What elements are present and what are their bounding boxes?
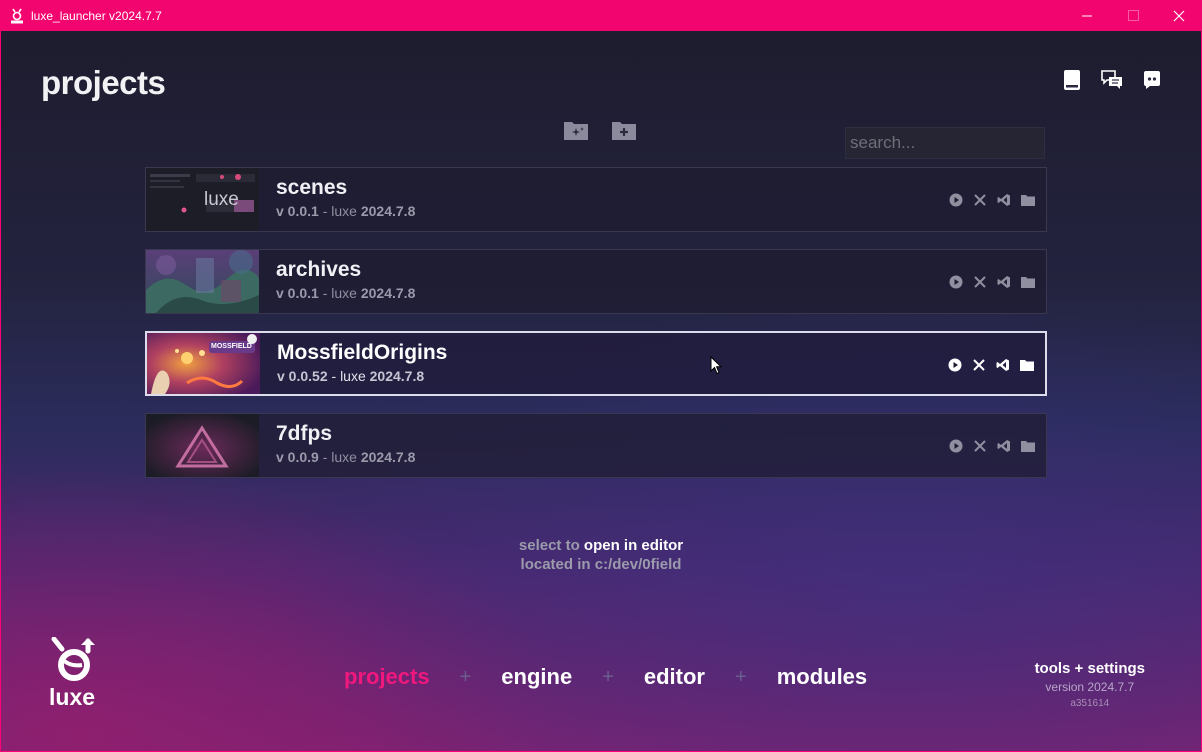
project-version: v 0.0.9 <box>276 449 319 465</box>
maximize-button[interactable] <box>1110 0 1156 31</box>
project-meta: v 0.0.1 - luxe 2024.7.8 <box>276 203 415 219</box>
nav-modules[interactable]: modules <box>777 664 867 690</box>
title-bar: luxe_launcher v2024.7.7 <box>0 0 1202 31</box>
selection-hint: select to open in editor located in c:/d… <box>1 536 1201 574</box>
folder-icon[interactable] <box>1020 192 1036 208</box>
thumbnail-logo-text: luxe <box>204 189 239 210</box>
project-meta: v 0.0.52 - luxe 2024.7.8 <box>277 368 424 384</box>
engine-version: 2024.7.8 <box>360 449 416 465</box>
engine-version: 2024.7.8 <box>360 203 416 219</box>
add-project-folder-icon[interactable] <box>611 118 637 142</box>
project-row-archives[interactable]: archives v 0.0.1 - luxe 2024.7.8 <box>145 249 1047 314</box>
meta-separator: - <box>322 449 332 465</box>
meta-separator: - <box>322 285 332 301</box>
play-icon[interactable] <box>948 438 964 454</box>
meta-separator: - <box>331 368 341 384</box>
project-thumbnail: luxe <box>146 168 259 231</box>
docs-book-icon[interactable] <box>1061 69 1083 91</box>
nav-editor[interactable]: editor <box>644 664 705 690</box>
remove-icon[interactable] <box>972 438 988 454</box>
logo-text: luxe <box>49 684 96 710</box>
project-row-scenes[interactable]: luxe scenes v 0.0.1 - luxe 2024.7.8 <box>145 167 1047 232</box>
folder-icon[interactable] <box>1020 438 1036 454</box>
vscode-icon[interactable] <box>996 192 1012 208</box>
project-thumbnail <box>146 414 259 477</box>
luxe-app-icon <box>9 8 25 24</box>
forum-chat-icon[interactable] <box>1101 69 1123 91</box>
project-version: v 0.0.1 <box>276 285 319 301</box>
project-name: 7dfps <box>276 422 333 445</box>
search-input[interactable] <box>845 127 1045 159</box>
nav-separator: + <box>602 665 614 688</box>
hint-open-action: open in editor <box>583 537 684 554</box>
engine-label: luxe <box>331 203 357 219</box>
launcher-window: projects search... luxe scenes v 0.0.1 -… <box>1 31 1201 751</box>
project-meta: v 0.0.9 - luxe 2024.7.8 <box>276 449 415 465</box>
play-icon[interactable] <box>948 192 964 208</box>
folder-icon[interactable] <box>1020 274 1036 290</box>
project-thumbnail: MOSSFIELD <box>147 333 260 394</box>
engine-label: luxe <box>331 449 357 465</box>
folder-icon[interactable] <box>1019 357 1035 373</box>
project-row-mossfieldorigins[interactable]: MOSSFIELD MossfieldOrigins v 0.0.52 - lu… <box>145 331 1047 396</box>
nav-separator: + <box>459 665 472 688</box>
vscode-icon[interactable] <box>996 274 1012 290</box>
launcher-version: version 2024.7.7 <box>1045 680 1135 694</box>
remove-icon[interactable] <box>971 357 987 373</box>
play-icon[interactable] <box>947 357 963 373</box>
engine-version: 2024.7.8 <box>369 368 425 384</box>
discord-icon[interactable] <box>1141 69 1163 91</box>
engine-version: 2024.7.8 <box>360 285 416 301</box>
project-list: luxe scenes v 0.0.1 - luxe 2024.7.8 arch… <box>145 167 1047 495</box>
bottom-nav: projects + engine + editor + modules <box>344 664 867 690</box>
project-thumbnail <box>146 250 259 313</box>
build-hash: a351614 <box>1070 698 1110 709</box>
page-title: projects <box>41 64 166 101</box>
vscode-icon[interactable] <box>996 438 1012 454</box>
new-project-folder-icon[interactable] <box>563 118 589 142</box>
hint-located-prefix: located in <box>520 556 591 573</box>
vscode-icon[interactable] <box>995 357 1011 373</box>
nav-separator: + <box>735 665 747 688</box>
engine-label: luxe <box>340 368 366 384</box>
remove-icon[interactable] <box>972 274 988 290</box>
tools-settings-link[interactable]: tools + settings <box>1035 660 1145 677</box>
remove-icon[interactable] <box>972 192 988 208</box>
close-window-button[interactable] <box>1156 0 1202 31</box>
minimize-button[interactable] <box>1064 0 1110 31</box>
project-name: MossfieldOrigins <box>277 341 448 364</box>
nav-engine[interactable]: engine <box>501 664 572 690</box>
project-name: scenes <box>276 176 348 199</box>
meta-separator: - <box>322 203 332 219</box>
engine-label: luxe <box>331 285 357 301</box>
mouse-cursor-icon <box>710 355 723 380</box>
window-title: luxe_launcher v2024.7.7 <box>31 8 162 23</box>
hint-select-prefix: select to <box>518 537 580 554</box>
thumbnail-logo-text: MOSSFIELD <box>211 343 252 350</box>
project-version: v 0.0.52 <box>277 368 328 384</box>
nav-projects[interactable]: projects <box>344 664 430 690</box>
project-meta: v 0.0.1 - luxe 2024.7.8 <box>276 285 415 301</box>
project-name: archives <box>276 258 362 281</box>
tools-settings: tools + settings version 2024.7.7 a35161… <box>1035 660 1145 709</box>
hint-project-path: c:/dev/0field <box>594 556 682 573</box>
project-row-7dfps[interactable]: 7dfps v 0.0.9 - luxe 2024.7.8 <box>145 413 1047 478</box>
play-icon[interactable] <box>948 274 964 290</box>
project-version: v 0.0.1 <box>276 203 319 219</box>
